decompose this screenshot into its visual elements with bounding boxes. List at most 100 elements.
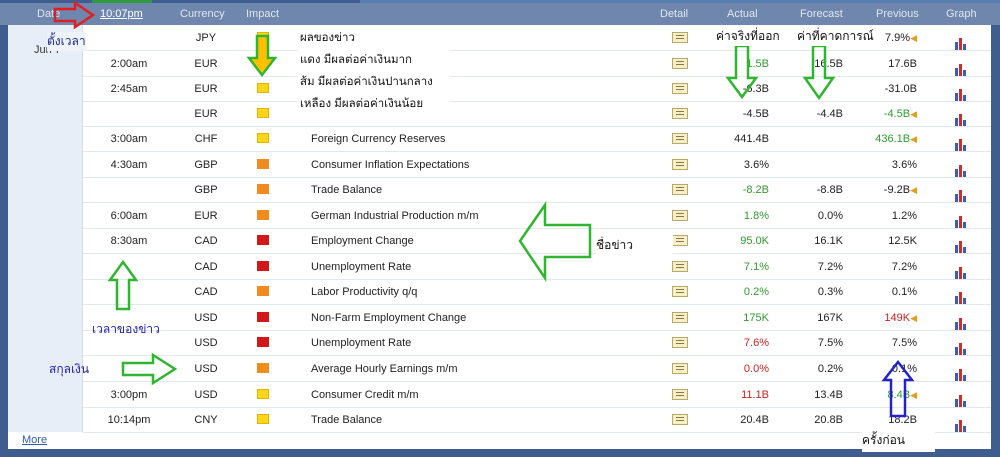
event-currency: CHF	[194, 133, 218, 145]
revision-icon: ◀	[910, 109, 917, 119]
event-previous: -4.5B◀	[845, 108, 917, 120]
legend-title: ผลของข่าว	[300, 32, 355, 44]
event-actual: 0.0%	[743, 363, 769, 375]
event-row: 10:14pm CNY Trade Balance 20.4B 20.8B 18.2B	[83, 407, 991, 433]
event-currency: EUR	[194, 83, 218, 95]
event-previous: -31.0B	[845, 83, 917, 95]
header-currency: Currency	[180, 8, 225, 20]
event-currency: EUR	[194, 210, 218, 222]
event-currency: USD	[194, 363, 218, 375]
detail-icon[interactable]	[672, 286, 688, 297]
impact-yellow-icon	[257, 108, 269, 118]
revision-icon: ◀	[910, 313, 917, 323]
detail-icon[interactable]	[672, 108, 688, 119]
event-forecast: 167K	[817, 312, 843, 324]
event-currency: USD	[194, 312, 218, 324]
impact-red-icon	[257, 312, 269, 322]
header-actual: Actual	[727, 8, 758, 20]
detail-icon[interactable]	[672, 235, 688, 246]
event-title: German Industrial Production m/m	[311, 210, 479, 222]
header-graph: Graph	[946, 8, 977, 20]
event-forecast: 20.8B	[814, 414, 843, 426]
previous-value: 17.6B	[888, 58, 917, 70]
event-actual: 441.4B	[734, 133, 769, 145]
previous-value: 149K	[884, 312, 911, 324]
previous-value: 3.6%	[891, 159, 917, 171]
event-time: 8:30am	[110, 235, 148, 247]
event-forecast: -4.4B	[816, 108, 843, 120]
event-title: Consumer Credit m/m	[311, 389, 419, 401]
detail-icon[interactable]	[672, 363, 688, 374]
impact-orange-icon	[257, 159, 269, 169]
event-title: Employment Change	[311, 235, 414, 247]
event-currency: CAD	[194, 286, 218, 298]
event-currency: CAD	[194, 261, 218, 273]
impact-orange-icon	[257, 210, 269, 220]
detail-icon[interactable]	[672, 32, 688, 43]
detail-icon[interactable]	[672, 159, 688, 170]
detail-icon[interactable]	[672, 58, 688, 69]
event-currency: JPY	[195, 32, 217, 44]
detail-icon[interactable]	[672, 337, 688, 348]
event-currency: GBP	[194, 159, 218, 171]
event-currency: USD	[194, 337, 218, 349]
event-row: USD Non-Farm Employment Change 175K 167K 149…	[83, 305, 991, 331]
event-currency: CNY	[194, 414, 218, 426]
detail-icon[interactable]	[672, 210, 688, 221]
event-row: 8:30am CAD Employment Change 95.0K 16.1K 12.5…	[83, 228, 991, 254]
impact-red-icon	[257, 235, 269, 245]
previous-value: 0.1%	[891, 286, 917, 298]
more-link[interactable]: More	[22, 434, 47, 446]
event-forecast: -8.8B	[816, 184, 843, 196]
event-previous: 0.1%	[845, 286, 917, 298]
event-time: 2:00am	[110, 58, 148, 70]
event-previous: 18.2B	[845, 414, 917, 426]
previous-value: 436.1B	[875, 133, 911, 145]
detail-icon[interactable]	[672, 414, 688, 425]
detail-icon[interactable]	[672, 312, 688, 323]
revision-icon: ◀	[910, 185, 917, 195]
annot-news-time: เวลาของข่าว	[92, 322, 160, 336]
detail-icon[interactable]	[672, 184, 688, 195]
impact-yellow-icon	[257, 83, 269, 93]
event-forecast: 7.2%	[817, 261, 843, 273]
time-setting-link[interactable]: 10:07pm	[100, 8, 143, 20]
event-previous: 3.6%	[845, 159, 917, 171]
event-actual: 0.2%	[743, 286, 769, 298]
event-row: 2:45amEURe-6.3B-31.0B	[83, 76, 991, 102]
detail-icon[interactable]	[672, 261, 688, 272]
event-title: Trade Balance	[311, 414, 383, 426]
event-actual: 11.1B	[741, 389, 769, 401]
event-actual: -4.5B	[742, 108, 769, 120]
event-previous: 0.1%	[845, 363, 917, 375]
detail-icon[interactable]	[672, 83, 688, 94]
impact-orange-icon	[257, 363, 269, 373]
event-previous: 7.2%	[845, 261, 917, 273]
event-forecast: 16.5B	[814, 58, 843, 70]
event-row: 3:00am CHF Foreign Currency Reserves 441.4B…	[83, 126, 991, 152]
impact-red-icon	[257, 337, 269, 347]
previous-value: 7.2%	[891, 261, 917, 273]
event-currency: CAD	[194, 235, 218, 247]
event-forecast: 0.2%	[817, 363, 843, 375]
annot-currency: สกุลเงิน	[49, 362, 90, 376]
legend-yellow: เหลือง มีผลต่อค่าเงินน้อย	[300, 98, 424, 110]
event-title: Non-Farm Employment Change	[311, 312, 467, 324]
detail-icon[interactable]	[672, 133, 688, 144]
annot-previous: ครั้งก่อน	[862, 429, 936, 452]
revision-icon: ◀	[910, 33, 917, 43]
event-forecast: 13.4B	[814, 389, 843, 401]
event-forecast: 0.0%	[817, 210, 843, 222]
legend-red: แดง มีผลต่อค่าเงินมาก	[300, 54, 412, 66]
previous-value: 7.5%	[891, 337, 917, 349]
revision-icon: ◀	[910, 390, 917, 400]
event-previous: 17.6B	[845, 58, 917, 70]
previous-value: -4.5B	[883, 108, 911, 120]
event-currency: EUR	[194, 58, 218, 70]
impact-yellow-icon	[257, 414, 269, 424]
detail-icon[interactable]	[672, 389, 688, 400]
impact-yellow-icon	[257, 389, 269, 399]
event-actual: 95.0K	[740, 235, 769, 247]
event-time: 3:00am	[110, 133, 148, 145]
event-currency: USD	[194, 389, 218, 401]
